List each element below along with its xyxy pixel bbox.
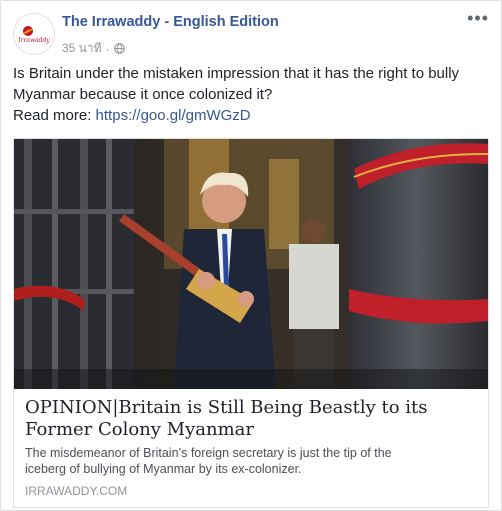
page-avatar[interactable]: Irrawaddy (13, 13, 55, 55)
more-options-icon[interactable]: ••• (467, 9, 489, 27)
post-timestamp[interactable]: 35 นาที (62, 39, 102, 58)
read-more-label: Read more: (13, 107, 92, 124)
globe-icon[interactable] (113, 43, 125, 54)
title-line-1: OPINION|Britain is Still Being Beastly t… (25, 397, 428, 418)
post-link[interactable]: https://goo.gl/gmWGzD (96, 107, 251, 124)
link-preview-domain: IRRAWADDY.COM (25, 484, 128, 498)
post-meta: 35 นาที · (62, 39, 125, 58)
link-preview[interactable]: OPINION|Britain is Still Being Beastly t… (13, 138, 489, 508)
post-header: Irrawaddy The Irrawaddy - English Editio… (13, 9, 489, 58)
link-preview-title[interactable]: OPINION|Britain is Still Being Beastly t… (25, 397, 477, 441)
link-preview-caption: OPINION|Britain is Still Being Beastly t… (25, 397, 477, 498)
post-message: Is Britain under the mistaken impression… (13, 63, 493, 126)
svg-text:Irrawaddy: Irrawaddy (17, 37, 50, 44)
page-name-link[interactable]: The Irrawaddy - English Edition (62, 14, 279, 30)
link-preview-description: The misdemeanor of Britain’s foreign sec… (25, 445, 477, 477)
irrawaddy-logo-icon: Irrawaddy (14, 14, 54, 54)
title-line-2: Former Colony Myanmar (25, 419, 255, 440)
facebook-post: Irrawaddy The Irrawaddy - English Editio… (0, 0, 502, 511)
meta-separator: · (105, 41, 110, 56)
post-message-text: Is Britain under the mistaken impression… (13, 65, 460, 103)
preview-photo (14, 139, 488, 389)
description-line-1: The misdemeanor of Britain’s foreign sec… (25, 446, 392, 460)
description-line-2: iceberg of bullying of Myanmar by its ex… (25, 462, 302, 476)
link-preview-image[interactable] (14, 139, 488, 389)
